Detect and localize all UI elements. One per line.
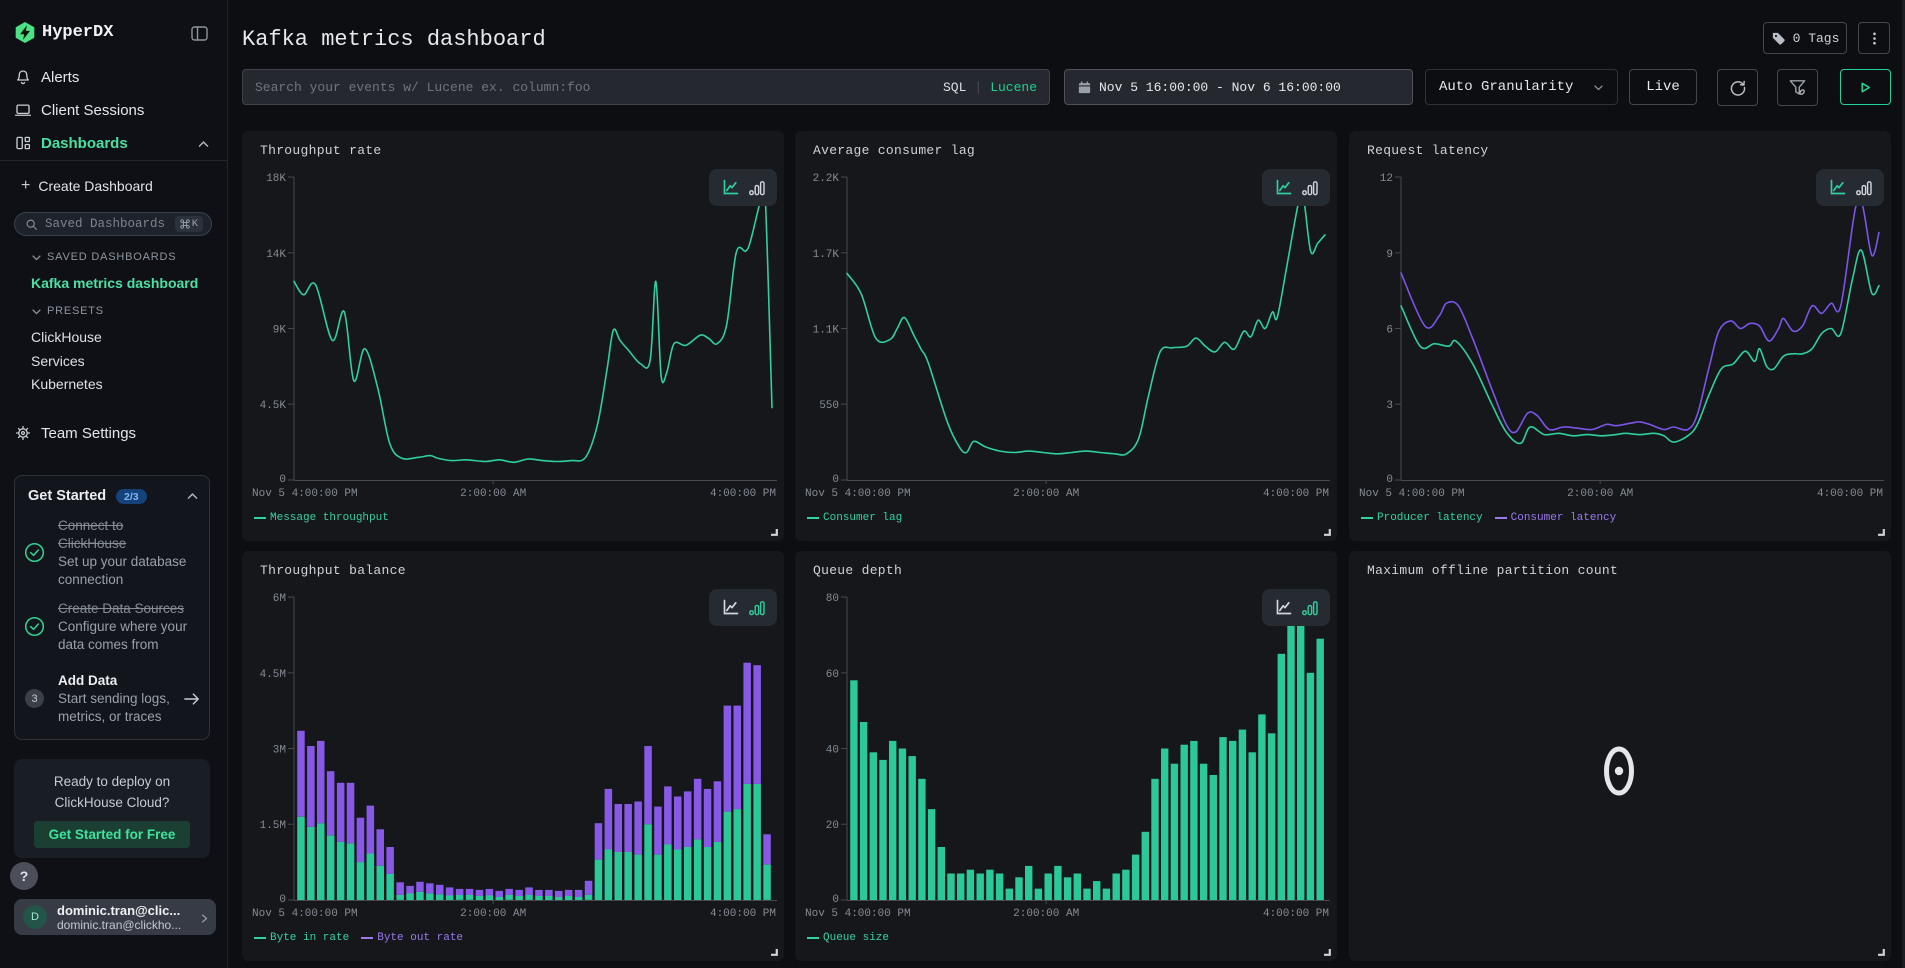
svg-text:2:00:00 AM: 2:00:00 AM	[1013, 488, 1079, 500]
svg-text:0: 0	[832, 894, 839, 906]
svg-text:12: 12	[1380, 173, 1393, 185]
svg-text:Nov 5 4:00:00 PM: Nov 5 4:00:00 PM	[252, 908, 358, 920]
svg-text:2.2K: 2.2K	[813, 173, 840, 185]
svg-text:80: 80	[826, 593, 839, 605]
svg-text:20: 20	[826, 820, 839, 832]
svg-text:40: 40	[826, 745, 839, 757]
svg-text:2:00:00 AM: 2:00:00 AM	[460, 488, 526, 500]
svg-text:0: 0	[832, 474, 839, 486]
svg-text:4:00:00 PM: 4:00:00 PM	[1263, 908, 1329, 920]
svg-text:4:00:00 PM: 4:00:00 PM	[710, 908, 776, 920]
svg-text:4:00:00 PM: 4:00:00 PM	[1263, 488, 1329, 500]
svg-text:9: 9	[1386, 249, 1393, 261]
svg-text:Nov 5 4:00:00 PM: Nov 5 4:00:00 PM	[805, 488, 911, 500]
svg-text:18K: 18K	[266, 173, 286, 185]
svg-text:1.5M: 1.5M	[260, 820, 286, 832]
svg-text:3: 3	[1386, 400, 1393, 412]
svg-text:Nov 5 4:00:00 PM: Nov 5 4:00:00 PM	[252, 488, 358, 500]
svg-text:1.7K: 1.7K	[813, 249, 840, 261]
svg-text:4.5M: 4.5M	[260, 669, 286, 681]
svg-text:6: 6	[1386, 325, 1393, 337]
svg-text:3M: 3M	[273, 745, 286, 757]
svg-text:0: 0	[279, 894, 286, 906]
svg-text:2:00:00 AM: 2:00:00 AM	[1567, 488, 1633, 500]
svg-text:2:00:00 AM: 2:00:00 AM	[1013, 908, 1079, 920]
svg-text:0: 0	[279, 474, 286, 486]
svg-text:0: 0	[1386, 474, 1393, 486]
svg-text:1.1K: 1.1K	[813, 325, 840, 337]
svg-text:Nov 5 4:00:00 PM: Nov 5 4:00:00 PM	[805, 908, 911, 920]
svg-text:60: 60	[826, 669, 839, 681]
svg-text:4:00:00 PM: 4:00:00 PM	[710, 488, 776, 500]
svg-text:Nov 5 4:00:00 PM: Nov 5 4:00:00 PM	[1359, 488, 1465, 500]
svg-text:6M: 6M	[273, 593, 286, 605]
svg-text:4.5K: 4.5K	[260, 400, 287, 412]
svg-text:550: 550	[819, 400, 839, 412]
svg-text:2:00:00 AM: 2:00:00 AM	[460, 908, 526, 920]
svg-text:14K: 14K	[266, 249, 286, 261]
svg-text:9K: 9K	[273, 325, 287, 337]
svg-text:4:00:00 PM: 4:00:00 PM	[1817, 488, 1883, 500]
